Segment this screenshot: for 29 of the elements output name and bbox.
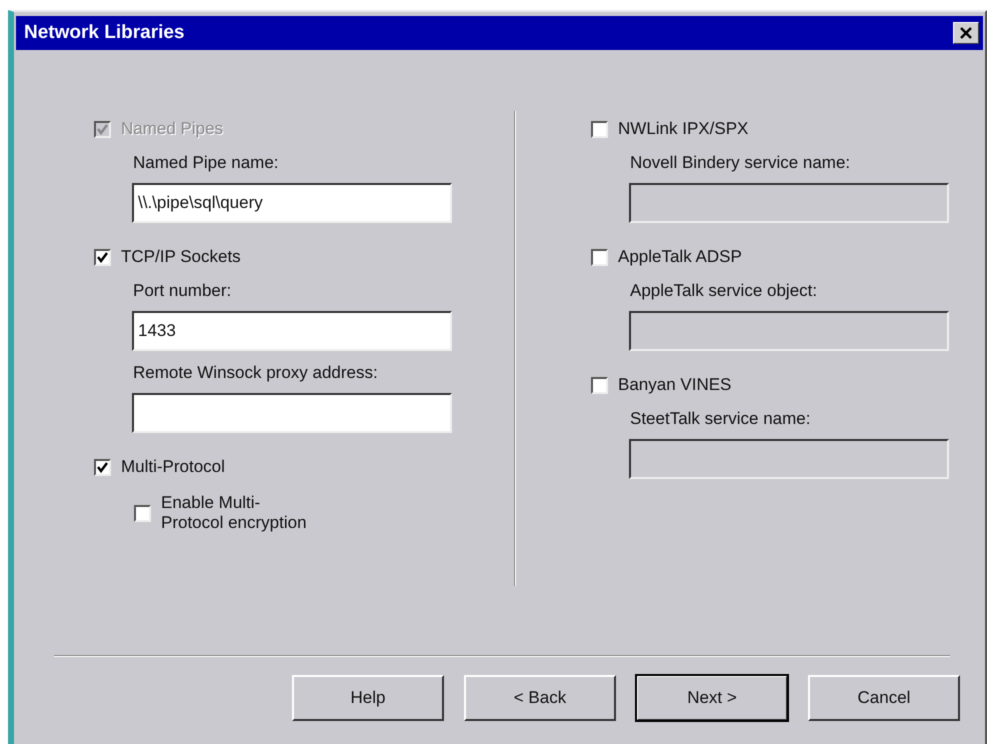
checkbox-label: AppleTalk ADSP: [618, 247, 742, 267]
field-label: AppleTalk service object:: [630, 281, 818, 301]
field-label: Remote Winsock proxy address:: [133, 363, 378, 383]
checkbox[interactable]: [94, 458, 111, 476]
checkbox-label: TCP/IP Sockets: [121, 247, 241, 267]
checkbox[interactable]: [591, 120, 608, 138]
dialog-button[interactable]: Help: [292, 675, 444, 721]
dialog-button[interactable]: Cancel: [808, 675, 960, 721]
checkbox-label: NWLink IPX/SPX: [618, 119, 748, 139]
text-field[interactable]: \\.\pipe\sql\query: [132, 183, 452, 223]
checkbox[interactable]: [94, 248, 111, 266]
window-title: Network Libraries: [24, 22, 184, 44]
checkbox[interactable]: [134, 504, 151, 522]
dialog-button[interactable]: < Back: [464, 675, 616, 721]
dialog-button[interactable]: Next >: [636, 675, 788, 721]
text-field[interactable]: [132, 393, 452, 433]
text-field[interactable]: 1433: [132, 311, 452, 351]
checkbox[interactable]: [591, 376, 608, 394]
close-button[interactable]: [953, 22, 979, 44]
field-label: Port number:: [133, 281, 232, 301]
close-icon: [959, 27, 973, 39]
field-label: Named Pipe name:: [133, 153, 279, 173]
checkbox[interactable]: [591, 248, 608, 266]
field-label: Novell Bindery service name:: [630, 153, 850, 173]
checkbox-label: Banyan VINES: [618, 375, 732, 395]
checkbox-label: Named Pipes: [121, 119, 224, 139]
field-label: SteetTalk service name:: [630, 409, 810, 429]
checkbox-label: Enable Multi-Protocol encryption: [161, 493, 308, 533]
checkbox-label: Multi-Protocol: [121, 457, 225, 477]
